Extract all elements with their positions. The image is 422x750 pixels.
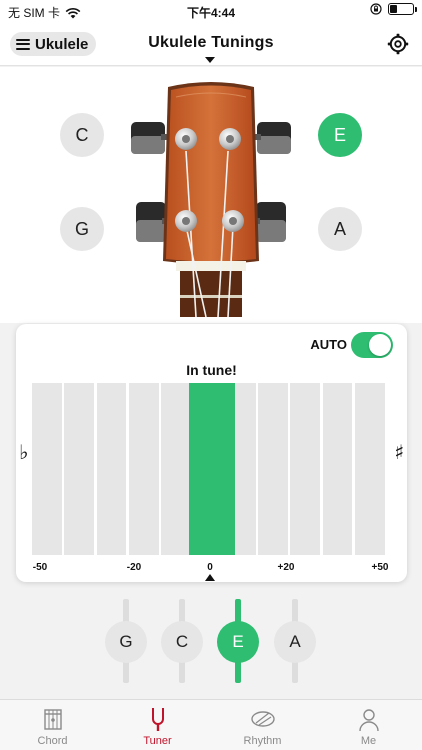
string-note-label: E (232, 632, 244, 651)
tuner-knob-e-icon (251, 122, 291, 154)
auto-toggle[interactable] (351, 332, 393, 358)
scale-label-minus-20: -20 (126, 562, 142, 573)
headstock-string-a-button[interactable]: A (318, 207, 362, 251)
string-note-label: G (74, 218, 89, 239)
meter-cell (355, 383, 385, 555)
headstock-string-g-button[interactable]: G (60, 207, 104, 251)
tuning-needle (188, 383, 235, 555)
rotation-lock-icon (370, 3, 382, 15)
headstock-string-c-button[interactable]: C (60, 113, 104, 157)
string-note-label: C (175, 632, 189, 651)
tab-label: Me (360, 735, 377, 747)
meter-cell (258, 383, 288, 555)
flat-icon: ♭ (19, 440, 29, 464)
tab-bar: Chord Tuner Rhythm Me (0, 699, 422, 750)
headstock-string-e-button[interactable]: E (318, 113, 362, 157)
string-note-label: G (119, 632, 133, 651)
triangle-up-icon (205, 574, 215, 581)
scale-label-zero: 0 (207, 562, 213, 573)
tab-me[interactable]: Me (316, 700, 421, 750)
person-icon (358, 709, 379, 732)
tab-chord[interactable]: Chord (0, 700, 105, 750)
string-select-c-button[interactable]: C (161, 621, 203, 663)
auto-toggle-knob (369, 334, 391, 356)
tab-label: Tuner (143, 735, 172, 747)
tuner-knob-c-icon (131, 122, 171, 154)
headstock-panel: C G E A (0, 67, 422, 323)
string-select-e-button[interactable]: E (217, 621, 259, 663)
status-right (370, 3, 417, 15)
chevron-down-icon[interactable] (205, 57, 215, 63)
string-select-a-button[interactable]: A (274, 621, 316, 663)
meter-cell (290, 383, 321, 555)
tuner-card: AUTO In tune! ♭ ♯ -50 -20 0 +20 +50 (16, 324, 407, 582)
tab-label: Rhythm (243, 735, 282, 747)
tab-tuner[interactable]: Tuner (105, 700, 210, 750)
status-bar: 无 SIM 卡 下午4:44 (0, 0, 422, 22)
meter-cell (64, 383, 95, 555)
meter-cell (96, 383, 127, 555)
page-title[interactable]: Ukulele Tunings (0, 34, 422, 52)
meter-cell (161, 383, 191, 555)
drum-icon (250, 711, 275, 727)
header: Ukulele Ukulele Tunings (0, 22, 422, 66)
tune-status: In tune! (186, 362, 237, 378)
meter-cell (322, 383, 353, 555)
clock: 下午4:44 (186, 6, 236, 20)
scale-label-minus-50: -50 (32, 562, 48, 573)
string-note-label: A (333, 218, 346, 239)
battery-fill (390, 5, 397, 13)
ukulele-headstock-illustration (131, 82, 291, 317)
sharp-icon: ♯ (394, 440, 404, 464)
meter-cell (128, 383, 159, 555)
meter-cell (32, 383, 62, 555)
string-note-label: A (289, 632, 301, 651)
string-select-g-button[interactable]: G (105, 621, 147, 663)
string-note-label: C (75, 124, 89, 145)
auto-label: AUTO (310, 337, 347, 352)
string-note-label: E (333, 124, 346, 145)
tuning-fork-icon (151, 708, 164, 731)
tab-rhythm[interactable]: Rhythm (210, 700, 315, 750)
tuning-meter (32, 383, 391, 555)
scale-label-plus-20: +20 (277, 562, 295, 573)
settings-button[interactable] (386, 32, 410, 56)
battery-icon (388, 3, 417, 15)
chord-icon (43, 709, 62, 730)
scale-label-plus-50: +50 (371, 562, 389, 573)
tab-label: Chord (37, 735, 68, 747)
